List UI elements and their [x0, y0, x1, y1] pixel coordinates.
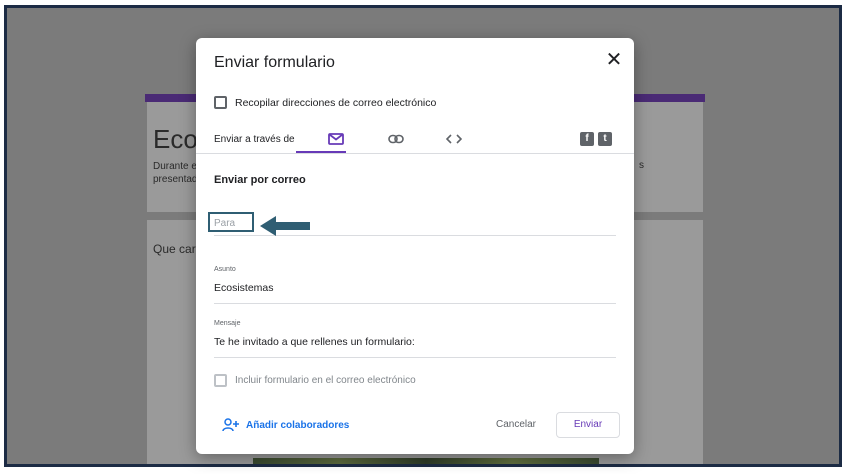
- twitter-icon[interactable]: t: [598, 132, 612, 146]
- tab-embed[interactable]: [432, 130, 476, 152]
- message-field[interactable]: Mensaje Te he invitado a que rellenes un…: [214, 320, 616, 358]
- tabs-divider: [196, 153, 634, 154]
- send-via-row: Enviar a través de f t: [214, 130, 618, 152]
- send-button[interactable]: Enviar: [556, 412, 620, 438]
- question-image: [253, 458, 599, 464]
- close-icon[interactable]: ✕: [604, 50, 624, 70]
- message-label: Mensaje: [214, 320, 241, 327]
- include-form-label: Incluir formulario en el correo electrón…: [235, 375, 416, 386]
- pointer-arrow-icon: [260, 216, 310, 236]
- mail-icon: [328, 133, 344, 145]
- send-form-dialog: Enviar formulario ✕ Recopilar direccione…: [196, 38, 634, 454]
- cancel-button[interactable]: Cancelar: [484, 412, 548, 438]
- subject-field[interactable]: Asunto Ecosistemas: [214, 266, 616, 304]
- collect-emails-option[interactable]: Recopilar direcciones de correo electrón…: [214, 96, 436, 109]
- subject-value: Ecosistemas: [214, 282, 274, 294]
- add-person-icon: [222, 418, 239, 432]
- add-collaborators-label: Añadir colaboradores: [246, 419, 350, 431]
- add-collaborators-button[interactable]: Añadir colaboradores: [222, 418, 349, 432]
- message-value: Te he invitado a que rellenes un formula…: [214, 336, 415, 348]
- question-text: Que cara: [153, 242, 203, 256]
- subject-label: Asunto: [214, 266, 236, 273]
- message-underline: [214, 357, 616, 358]
- dialog-title: Enviar formulario: [214, 54, 335, 71]
- section-title-email: Enviar por correo: [214, 174, 306, 186]
- collect-emails-checkbox[interactable]: [214, 96, 227, 109]
- tab-link[interactable]: [374, 130, 418, 152]
- tab-email[interactable]: [314, 130, 358, 152]
- collect-emails-label: Recopilar direcciones de correo electrón…: [235, 96, 437, 109]
- link-icon: [388, 134, 404, 144]
- code-icon: [445, 134, 463, 144]
- form-description: Durante es presentad: [153, 161, 202, 185]
- form-description-right: s: [639, 160, 644, 171]
- send-via-label: Enviar a través de: [214, 134, 295, 145]
- subject-underline: [214, 303, 616, 304]
- include-form-option[interactable]: Incluir formulario en el correo electrón…: [214, 374, 416, 387]
- facebook-icon[interactable]: f: [580, 132, 594, 146]
- to-placeholder: Para: [214, 218, 236, 229]
- include-form-checkbox[interactable]: [214, 374, 227, 387]
